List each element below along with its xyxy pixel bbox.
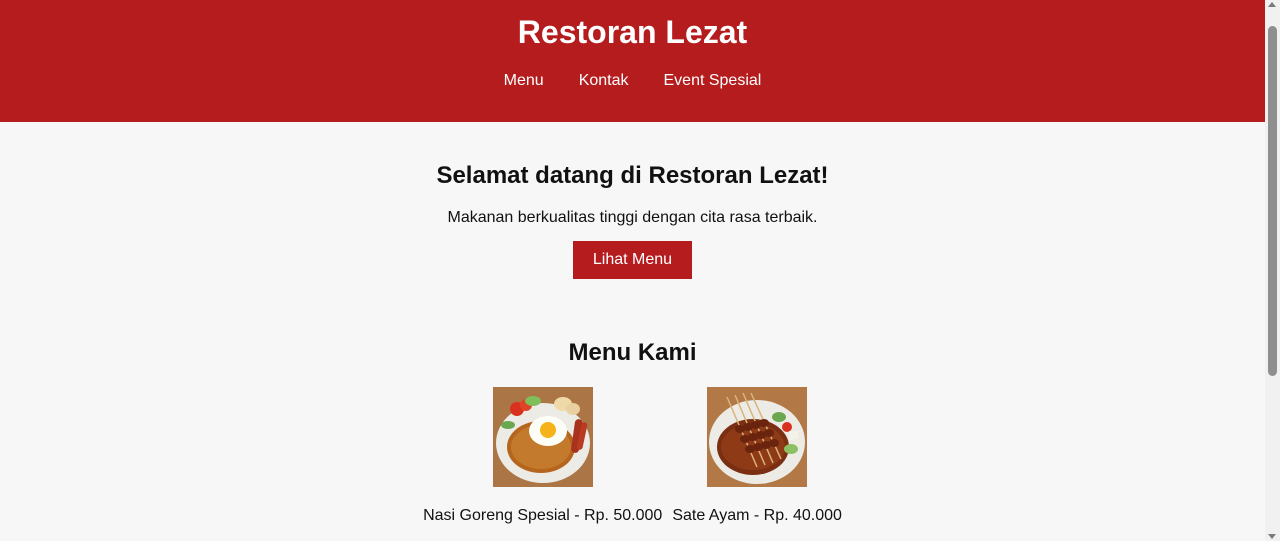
scrollbar-thumb[interactable]	[1268, 26, 1277, 376]
site-title: Restoran Lezat	[517, 14, 748, 50]
scroll-down-arrow-icon[interactable]	[1268, 534, 1276, 539]
nav-kontak[interactable]: Kontak	[579, 71, 629, 91]
menu-item-sate-ayam: Sate Ayam - Rp. 40.000	[672, 387, 842, 526]
sate-ayam-photo	[707, 387, 808, 487]
vertical-scrollbar[interactable]	[1265, 0, 1280, 541]
menu-grid: Nasi Goreng Spesial - Rp. 50.000 Sate Ay…	[0, 387, 1265, 526]
hero-tagline: Makanan berkualitas tinggi dengan cita r…	[447, 209, 818, 226]
menu-item-label: Sate Ayam - Rp. 40.000	[672, 507, 842, 524]
menu-section: Menu Kami Nasi Goreng Spesial - Rp. 50.0…	[0, 279, 1265, 526]
page: Restoran Lezat Menu Kontak Event Spesial…	[0, 0, 1265, 541]
menu-heading: Menu Kami	[568, 339, 697, 366]
main-nav: Menu Kontak Event Spesial	[0, 71, 1265, 91]
site-header: Restoran Lezat Menu Kontak Event Spesial	[0, 0, 1265, 122]
menu-item-nasi-goreng: Nasi Goreng Spesial - Rp. 50.000	[423, 387, 662, 526]
lihat-menu-button[interactable]: Lihat Menu	[572, 241, 693, 279]
hero-heading: Selamat datang di Restoran Lezat!	[436, 162, 829, 189]
nav-event-spesial[interactable]: Event Spesial	[664, 71, 762, 91]
nav-menu[interactable]: Menu	[504, 71, 544, 91]
scroll-up-arrow-icon[interactable]	[1268, 2, 1276, 7]
menu-item-label: Nasi Goreng Spesial - Rp. 50.000	[423, 507, 663, 524]
hero-section: Selamat datang di Restoran Lezat! Makana…	[0, 122, 1265, 279]
nasi-goreng-photo	[492, 387, 593, 487]
